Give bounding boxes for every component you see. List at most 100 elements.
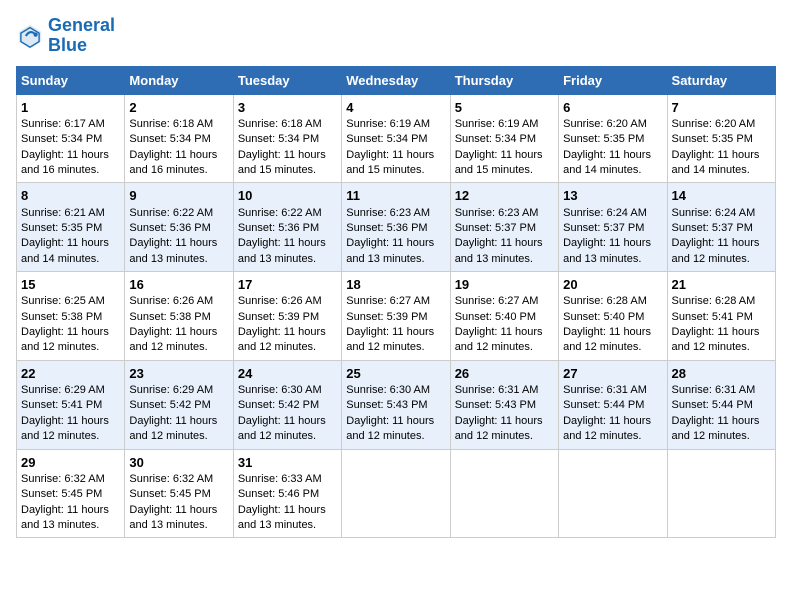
day-info-line: and 12 minutes. (563, 340, 662, 355)
day-number: 31 (238, 454, 337, 472)
day-info-line: and 13 minutes. (238, 518, 337, 533)
calendar-cell (667, 449, 775, 538)
day-info-line: Sunset: 5:35 PM (21, 221, 120, 236)
weekday-header-wednesday: Wednesday (342, 66, 450, 94)
day-info-line: Daylight: 11 hours (129, 414, 228, 429)
day-info-line: Daylight: 11 hours (238, 325, 337, 340)
day-info-line: Daylight: 11 hours (129, 325, 228, 340)
day-info-line: Sunset: 5:40 PM (563, 310, 662, 325)
day-info-line: and 12 minutes. (238, 429, 337, 444)
day-info-line: Sunrise: 6:28 AM (563, 294, 662, 309)
day-info-line: Sunrise: 6:20 AM (672, 117, 771, 132)
calendar-cell: 15Sunrise: 6:25 AMSunset: 5:38 PMDayligh… (17, 272, 125, 361)
day-number: 20 (563, 276, 662, 294)
day-number: 8 (21, 187, 120, 205)
day-info-line: Sunset: 5:46 PM (238, 487, 337, 502)
day-info-line: Sunset: 5:43 PM (455, 398, 554, 413)
day-info-line: and 14 minutes. (563, 163, 662, 178)
day-info-line: Sunset: 5:42 PM (129, 398, 228, 413)
weekday-header-friday: Friday (559, 66, 667, 94)
day-info-line: Daylight: 11 hours (455, 236, 554, 251)
day-info-line: Sunrise: 6:32 AM (21, 472, 120, 487)
day-info-line: and 12 minutes. (455, 429, 554, 444)
day-info-line: Sunset: 5:37 PM (455, 221, 554, 236)
calendar-week-row: 22 Sunrise: 6:29 AM Sunset: 5:41 PM Dayligh… (17, 360, 776, 449)
day-info-line: Sunset: 5:41 PM (21, 398, 120, 413)
day-number: 13 (563, 187, 662, 205)
calendar-cell: 5Sunrise: 6:19 AMSunset: 5:34 PMDaylight… (450, 94, 558, 183)
day-number: 12 (455, 187, 554, 205)
day-number: 21 (672, 276, 771, 294)
day-info-line: Sunset: 5:35 PM (563, 132, 662, 147)
day-info-line: and 16 minutes. (129, 163, 228, 178)
calendar-cell: 26Sunrise: 6:31 AMSunset: 5:43 PMDayligh… (450, 360, 558, 449)
day-info-line: Sunrise: 6:24 AM (672, 206, 771, 221)
logo-text: General Blue (48, 16, 115, 56)
day-info-line: Sunrise: 6:23 AM (455, 206, 554, 221)
day-info-line: Sunrise: 6:32 AM (129, 472, 228, 487)
day-info-line: and 12 minutes. (129, 429, 228, 444)
calendar-cell: 1Sunrise: 6:17 AMSunset: 5:34 PMDaylight… (17, 94, 125, 183)
day-number: 16 (129, 276, 228, 294)
day-number: 10 (238, 187, 337, 205)
day-info-line: Daylight: 11 hours (346, 414, 445, 429)
calendar-week-row: 8Sunrise: 6:21 AMSunset: 5:35 PMDaylight… (17, 183, 776, 272)
day-info-line: Daylight: 11 hours (21, 503, 120, 518)
calendar-cell: 21Sunrise: 6:28 AMSunset: 5:41 PMDayligh… (667, 272, 775, 361)
day-info-line: Daylight: 11 hours (346, 325, 445, 340)
day-info-line: Daylight: 11 hours (129, 148, 228, 163)
day-info-line: Sunset: 5:34 PM (455, 132, 554, 147)
day-number: 6 (563, 99, 662, 117)
weekday-header-monday: Monday (125, 66, 233, 94)
page-header: General Blue (16, 16, 776, 56)
calendar-cell: 18Sunrise: 6:27 AMSunset: 5:39 PMDayligh… (342, 272, 450, 361)
day-info-line: Sunrise: 6:31 AM (455, 383, 554, 398)
day-info-line: Daylight: 11 hours (455, 414, 554, 429)
day-info-line: Sunset: 5:34 PM (21, 132, 120, 147)
day-number: 22 (21, 365, 120, 383)
day-info-line: Daylight: 11 hours (455, 325, 554, 340)
day-number: 4 (346, 99, 445, 117)
calendar-week-row: 15Sunrise: 6:25 AMSunset: 5:38 PMDayligh… (17, 272, 776, 361)
day-info-line: and 14 minutes. (21, 252, 120, 267)
day-number: 5 (455, 99, 554, 117)
day-info-line: Sunrise: 6:22 AM (238, 206, 337, 221)
day-info-line: Sunset: 5:34 PM (238, 132, 337, 147)
calendar-cell: 10Sunrise: 6:22 AMSunset: 5:36 PMDayligh… (233, 183, 341, 272)
day-info-line: Sunrise: 6:31 AM (672, 383, 771, 398)
day-info-line: Sunset: 5:36 PM (238, 221, 337, 236)
day-info-line: and 12 minutes. (672, 252, 771, 267)
day-info-line: Sunrise: 6:25 AM (21, 294, 120, 309)
day-info-line: Daylight: 11 hours (21, 325, 120, 340)
day-number: 23 (129, 365, 228, 383)
day-info-line: Daylight: 11 hours (563, 414, 662, 429)
day-info-line: Sunset: 5:39 PM (346, 310, 445, 325)
day-info-line: Sunset: 5:37 PM (563, 221, 662, 236)
calendar-cell: 27Sunrise: 6:31 AMSunset: 5:44 PMDayligh… (559, 360, 667, 449)
day-info-line: Sunset: 5:40 PM (455, 310, 554, 325)
calendar-cell: 12Sunrise: 6:23 AMSunset: 5:37 PMDayligh… (450, 183, 558, 272)
calendar-cell: 23Sunrise: 6:29 AMSunset: 5:42 PMDayligh… (125, 360, 233, 449)
calendar-header-row: SundayMondayTuesdayWednesdayThursdayFrid… (17, 66, 776, 94)
day-info-line: Daylight: 11 hours (563, 148, 662, 163)
day-info-line: Daylight: 11 hours (238, 414, 337, 429)
day-info-line: Sunrise: 6:31 AM (563, 383, 662, 398)
day-number: 17 (238, 276, 337, 294)
weekday-header-tuesday: Tuesday (233, 66, 341, 94)
day-info-line: and 12 minutes. (129, 340, 228, 355)
day-number: 2 (129, 99, 228, 117)
logo-icon (16, 22, 44, 50)
day-info-line: Sunrise: 6:29 AM (129, 383, 228, 398)
day-number: 1 (21, 99, 120, 117)
day-info-line: Sunrise: 6:23 AM (346, 206, 445, 221)
day-info-line: and 12 minutes. (346, 429, 445, 444)
calendar-cell: 13Sunrise: 6:24 AMSunset: 5:37 PMDayligh… (559, 183, 667, 272)
day-number: 14 (672, 187, 771, 205)
day-info-line: Sunrise: 6:18 AM (238, 117, 337, 132)
calendar-cell (342, 449, 450, 538)
day-info-line: Sunrise: 6:27 AM (346, 294, 445, 309)
day-info-line: Daylight: 11 hours (563, 236, 662, 251)
day-info-line: Sunrise: 6:20 AM (563, 117, 662, 132)
day-info-line: Sunset: 5:36 PM (346, 221, 445, 236)
day-info-line: and 12 minutes. (346, 340, 445, 355)
